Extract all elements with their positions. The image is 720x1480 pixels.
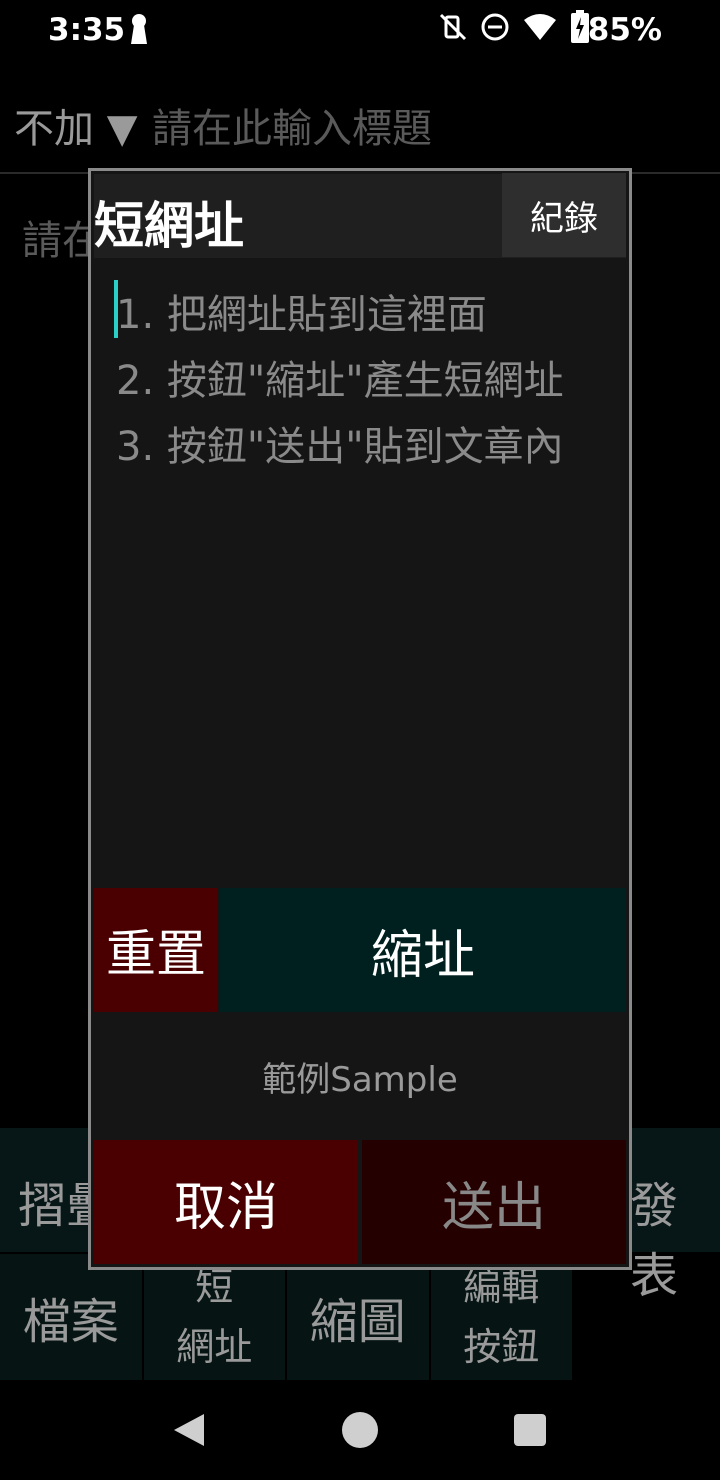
vibrate-off-icon: [438, 12, 468, 46]
short-url-button[interactable]: 短 網址: [143, 1254, 285, 1380]
toolbar-row-2: 檔案 短 網址 縮圖 編輯 按鈕: [0, 1254, 574, 1380]
history-button[interactable]: 紀錄: [502, 173, 626, 257]
sample-link[interactable]: 範例Sample: [94, 1014, 626, 1138]
title-prefix-selector[interactable]: 不加 ▼: [14, 96, 137, 154]
thumbnail-button[interactable]: 縮圖: [287, 1254, 429, 1380]
url-input-placeholder: 1. 把網址貼到這裡面 2. 按鈕"縮址"產生短網址 3. 按鈕"送出"貼到文章…: [116, 292, 564, 470]
short-url-label-2: 網址: [176, 1325, 253, 1369]
dnd-icon: [480, 12, 510, 46]
shorten-button[interactable]: 縮址: [220, 888, 626, 1012]
file-button-label: 檔案: [22, 1294, 119, 1350]
recents-icon[interactable]: [514, 1414, 546, 1446]
edit-buttons-label-2: 按鈕: [463, 1325, 540, 1369]
submit-button[interactable]: 送出: [362, 1140, 626, 1264]
wifi-icon: [522, 12, 558, 46]
back-icon[interactable]: [170, 1412, 206, 1452]
keyhole-icon: [128, 13, 150, 49]
file-button[interactable]: 檔案: [0, 1254, 142, 1380]
battery-percent: 85%: [587, 12, 662, 48]
edit-buttons-button[interactable]: 編輯 按鈕: [430, 1254, 572, 1380]
dialog-title: 短網址: [94, 197, 244, 255]
status-bar: 3:35 85%: [0, 0, 720, 60]
title-input[interactable]: 請在此輸入標題: [152, 96, 432, 154]
status-time: 3:35: [48, 12, 126, 48]
publish-button[interactable]: 發表: [630, 1166, 720, 1306]
reset-button[interactable]: 重置: [94, 888, 218, 1012]
home-icon[interactable]: [342, 1412, 378, 1448]
cancel-button[interactable]: 取消: [94, 1140, 358, 1264]
status-icons: [438, 10, 590, 48]
thumbnail-button-label: 縮圖: [309, 1294, 406, 1350]
